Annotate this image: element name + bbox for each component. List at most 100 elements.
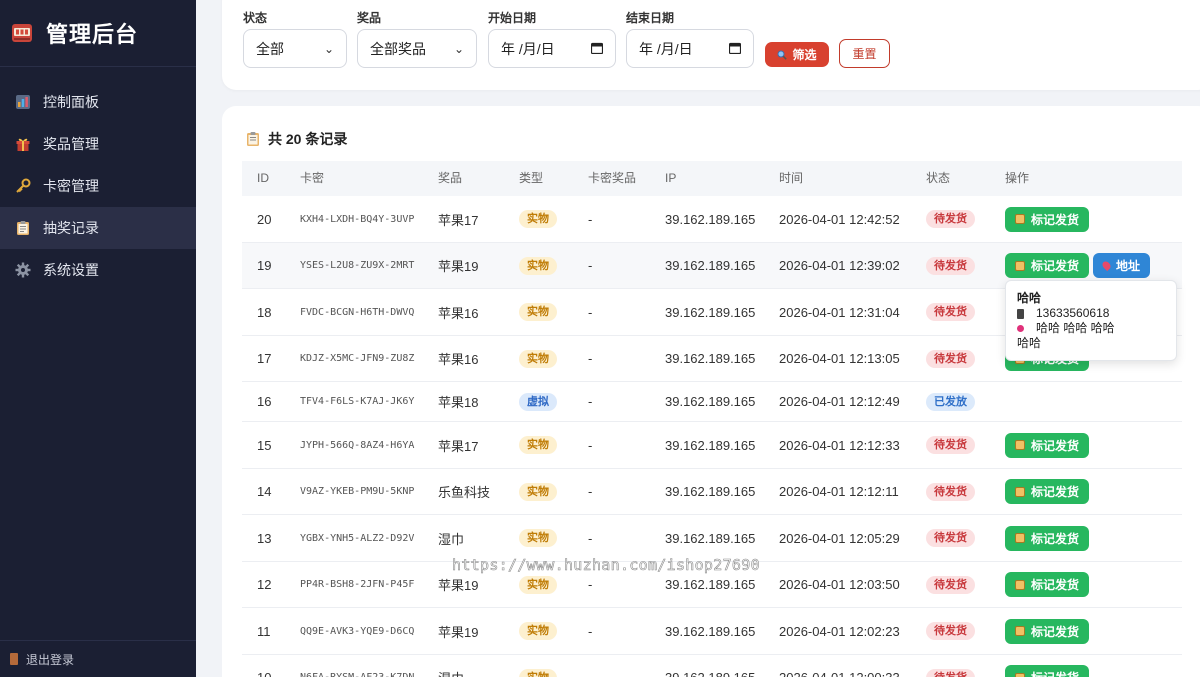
- sidebar-item-settings[interactable]: 系统设置: [0, 249, 196, 291]
- cell-prize: 苹果16: [438, 352, 479, 367]
- table-row: 16 TFV4-F6LS-K7AJ-JK6Y 苹果18 虚拟 - 39.162.189.1…: [242, 382, 1182, 422]
- mark-shipped-button[interactable]: 标记发货: [1005, 206, 1090, 232]
- address-tail-line: 哈哈: [1017, 336, 1165, 351]
- cell-actions: 标记发货: [1005, 562, 1090, 607]
- type-badge: 实物: [519, 256, 557, 275]
- table-row: 20 KXH4-LXDH-BQ4Y-3UVP 苹果17 实物 - 39.162.189.1…: [242, 196, 1182, 243]
- sidebar-item-label: 奖品管理: [43, 136, 99, 152]
- mark-shipped-button[interactable]: 标记发货: [1005, 618, 1090, 644]
- mark-shipped-button[interactable]: 标记发货: [1005, 525, 1090, 551]
- cell-status: 待发货: [926, 469, 975, 514]
- logout-link[interactable]: 退出登录: [0, 640, 196, 677]
- cell-status: 已发放: [926, 382, 975, 421]
- cell-prize: 苹果19: [438, 624, 479, 640]
- status-badge: 待发货: [926, 622, 975, 640]
- type-badge: 实物: [519, 529, 557, 547]
- sidebar-nav: 控制面板 奖品管理 卡密管理 抽奖记录 系统设置: [0, 81, 196, 291]
- address-tooltip: 哈哈 13633560618 哈哈 哈哈 哈哈 哈哈: [1005, 280, 1177, 361]
- column-header-time: 时间: [779, 171, 804, 185]
- status-badge: 待发货: [926, 436, 975, 454]
- column-header-id: ID: [257, 171, 269, 185]
- chevron-down-icon: ⌄: [453, 41, 464, 56]
- cell-ip: 39.162.189.165: [665, 258, 756, 273]
- reset-button[interactable]: 重置: [839, 39, 890, 68]
- end-date-placeholder: 年 /月/日: [639, 40, 693, 57]
- cell-card-code: KXH4-LXDH-BQ4Y-3UVP: [300, 213, 415, 225]
- mark-shipped-button[interactable]: 标记发货: [1005, 479, 1090, 504]
- prize-select[interactable]: 全部奖品 ⌄: [357, 29, 477, 68]
- cell-actions: 标记发货: [1005, 196, 1090, 242]
- package-icon: [1015, 672, 1025, 677]
- status-filter: 状态 全部 ⌄: [243, 9, 347, 68]
- cell-card-code: YSES-L2U8-ZU9X-2MRT: [300, 260, 415, 271]
- start-date-input[interactable]: 年 /月/日: [488, 29, 616, 68]
- status-select[interactable]: 全部 ⌄: [243, 29, 347, 68]
- prize-filter: 奖品 全部奖品 ⌄: [357, 9, 477, 68]
- start-date-label: 开始日期: [488, 11, 537, 25]
- sidebar-item-label: 抽奖记录: [43, 220, 99, 236]
- mark-shipped-label: 标记发货: [1031, 212, 1080, 227]
- filter-button[interactable]: 筛选: [765, 42, 829, 67]
- cell-type: 实物: [519, 422, 557, 468]
- status-badge: 待发货: [926, 210, 975, 228]
- type-badge: 实物: [519, 436, 557, 454]
- cell-time: 2026-04-01 12:42:52: [779, 211, 900, 227]
- address-button-label: 地址: [1116, 259, 1141, 273]
- app-title: 管理后台: [46, 22, 139, 47]
- cell-card-code: QQ9E-AVK3-YQE9-D6CQ: [300, 625, 415, 637]
- cell-actions: 标记发货: [1005, 655, 1090, 677]
- cell-status: 待发货: [926, 562, 975, 607]
- address-button[interactable]: 地址: [1093, 253, 1151, 278]
- prize-label: 奖品: [357, 11, 382, 25]
- cell-time: 2026-04-01 12:02:23: [779, 623, 900, 639]
- cell-card-prize: -: [588, 394, 593, 409]
- cell-time: 2026-04-01 12:12:33: [779, 437, 900, 453]
- end-date-input[interactable]: 年 /月/日: [626, 29, 754, 68]
- cell-card-prize: -: [588, 437, 593, 453]
- cell-ip: 39.162.189.165: [665, 211, 756, 227]
- cell-type: 实物: [519, 469, 557, 514]
- status-badge: 待发货: [926, 482, 975, 501]
- status-badge: 待发货: [926, 575, 975, 594]
- recipient-address: 哈哈 哈哈 哈哈: [1036, 321, 1115, 335]
- cell-time: 2026-04-01 12:05:29: [779, 530, 900, 546]
- gift-icon: [14, 135, 32, 153]
- type-badge: 虚拟: [519, 392, 557, 411]
- column-header-card: 卡密: [300, 171, 325, 185]
- cell-id: 15: [257, 437, 272, 453]
- logout-label: 退出登录: [26, 652, 75, 667]
- cell-ip: 39.162.189.165: [665, 304, 756, 320]
- cell-prize: 苹果17: [438, 212, 479, 228]
- column-header-type: 类型: [519, 171, 544, 185]
- column-header-actions: 操作: [1005, 171, 1030, 185]
- type-badge: 实物: [519, 210, 557, 228]
- records-table-card: 共 20 条记录 ID 卡密 奖品 类型 卡密奖品 IP 时间 状态 操作 20…: [222, 106, 1200, 677]
- mark-shipped-button[interactable]: 标记发货: [1005, 665, 1090, 677]
- cell-card-code: YGBX-YNH5-ALZ2-D92V: [300, 532, 415, 544]
- filter-panel: 状态 全部 ⌄ 奖品 全部奖品 ⌄ 开始日期 年 /月/日 结束日期 年 /月/…: [222, 0, 1200, 90]
- cell-time: 2026-04-01 12:12:49: [779, 394, 900, 409]
- table-row: 10 N6FA-RYSM-AF23-K7DN 湿巾实物 - 39.162.189.165…: [242, 655, 1182, 677]
- package-icon: [1015, 626, 1025, 636]
- cell-card-code: PP4R-BSH8-2JFN-P45F: [300, 579, 415, 590]
- mark-shipped-button[interactable]: 标记发货: [1005, 572, 1090, 597]
- sidebar-item-prizes[interactable]: 奖品管理: [0, 123, 196, 165]
- status-badge: 待发货: [926, 529, 975, 547]
- type-badge: 实物: [519, 668, 557, 677]
- cell-actions: 标记发货: [1005, 422, 1090, 468]
- mark-shipped-button[interactable]: 标记发货: [1005, 253, 1090, 278]
- table-row: 15 JYPH-566Q-8AZ4-H6YA 苹果17 实物 - 39.162.189.1…: [242, 422, 1182, 469]
- brand: 管理后台: [0, 0, 196, 67]
- status-badge: 已发放: [926, 392, 975, 411]
- mark-shipped-button[interactable]: 标记发货: [1005, 432, 1090, 458]
- status-label: 状态: [243, 11, 268, 25]
- cell-time: 2026-04-01 12:00:33: [779, 655, 900, 677]
- clipboard-icon: [246, 131, 260, 147]
- sidebar-item-cards[interactable]: 卡密管理: [0, 165, 196, 207]
- cell-actions: 标记发货: [1005, 515, 1090, 561]
- cell-type: 实物: [519, 515, 557, 561]
- sidebar-item-records[interactable]: 抽奖记录: [0, 207, 196, 249]
- gear-icon: [14, 261, 32, 279]
- chart-icon: [14, 93, 32, 111]
- sidebar-item-dashboard[interactable]: 控制面板: [0, 81, 196, 123]
